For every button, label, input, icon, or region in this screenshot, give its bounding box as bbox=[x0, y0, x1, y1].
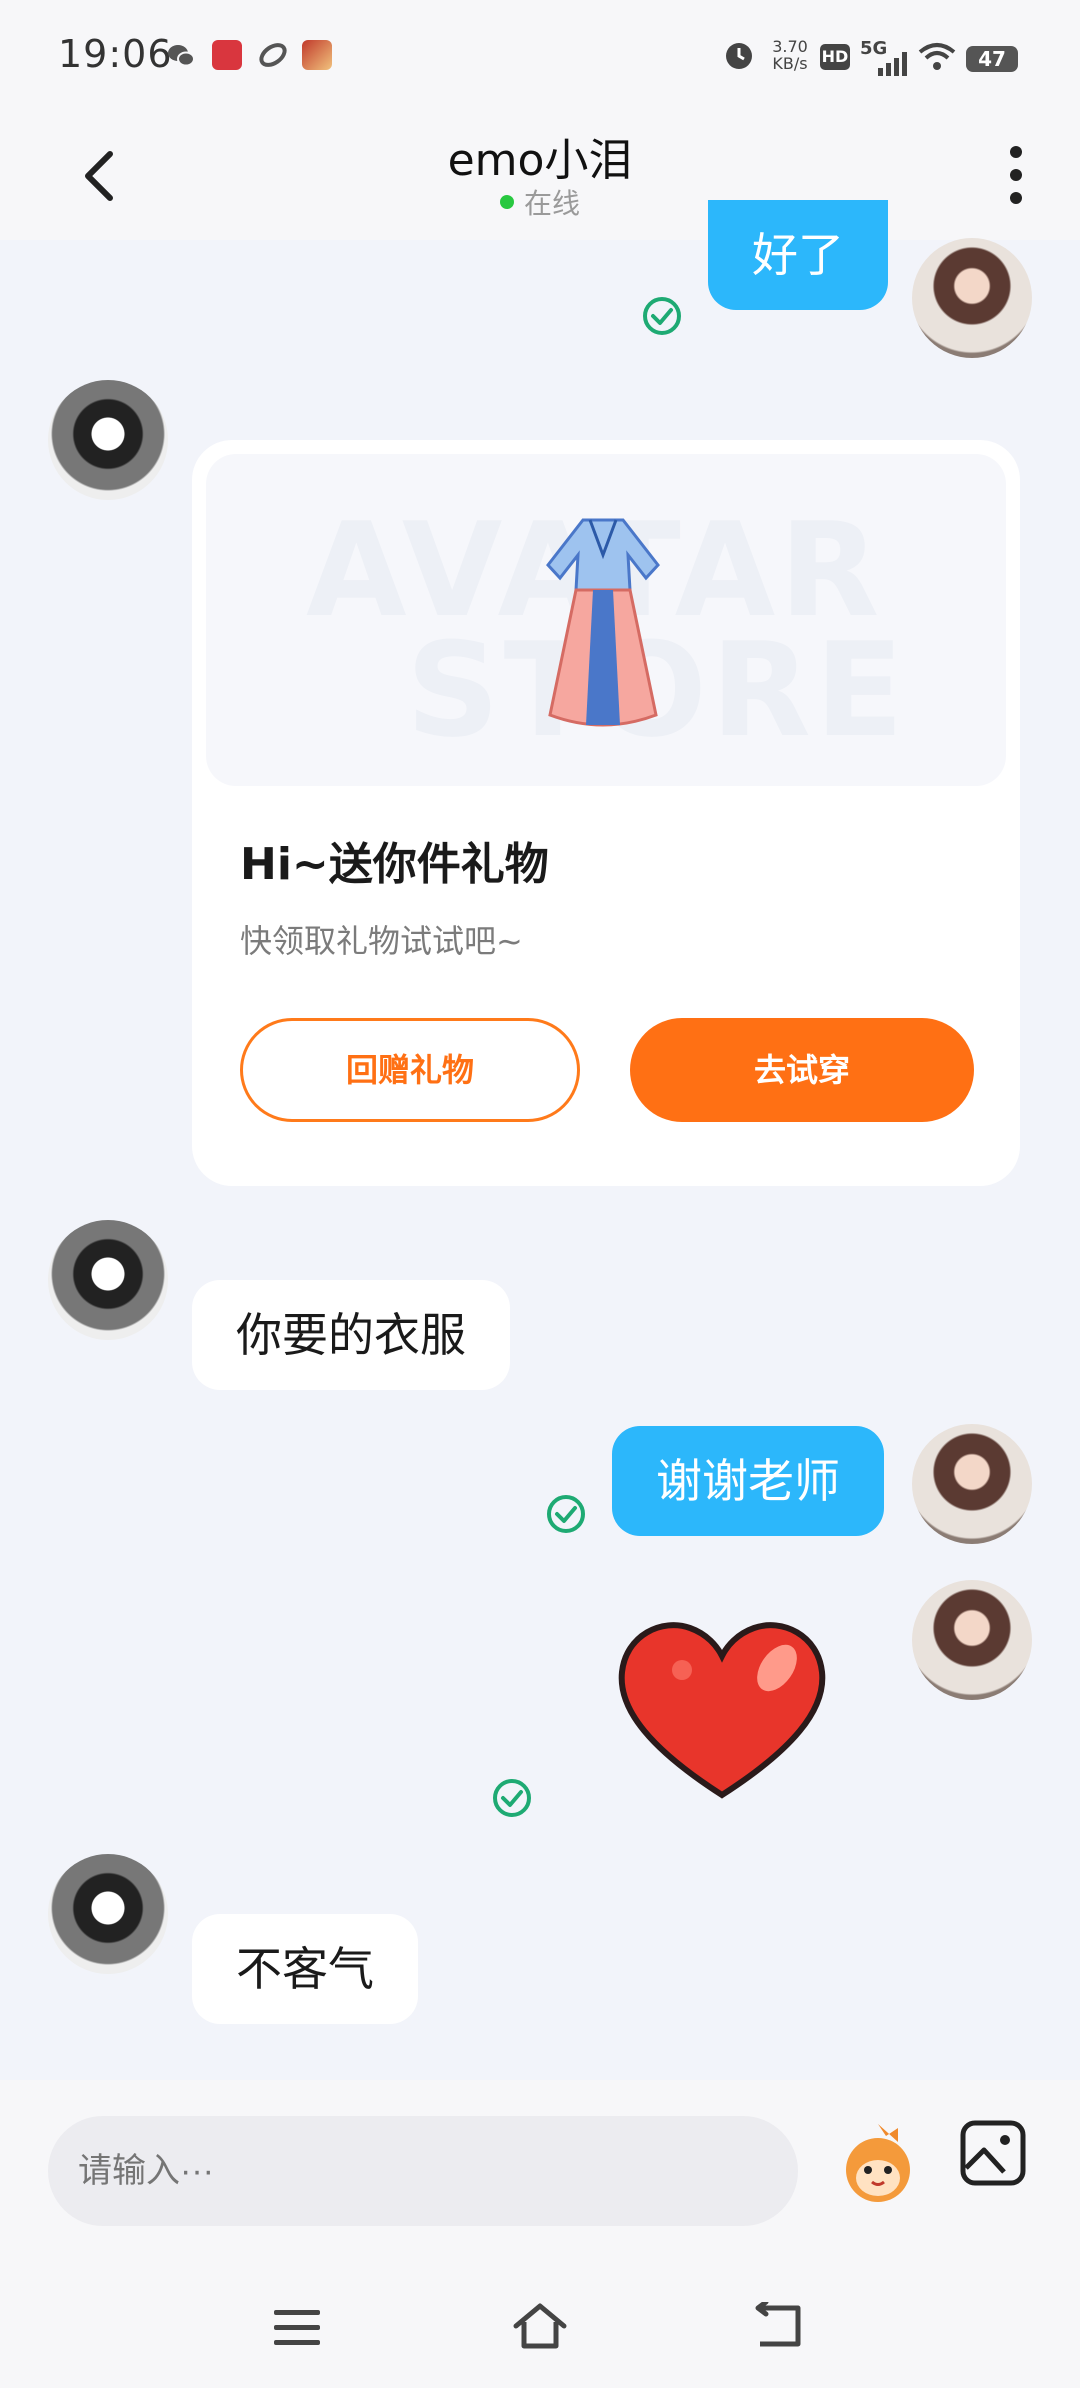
status-bar: 19:06 3.70 KB/s HD 5G 47 bbox=[0, 0, 1080, 110]
try-on-button[interactable]: 去试穿 bbox=[630, 1018, 974, 1122]
contact-name: emo小泪 bbox=[447, 135, 633, 186]
read-check-icon bbox=[546, 1494, 586, 1534]
gift-banner: AVATAR STORE bbox=[206, 454, 1006, 786]
more-vertical-icon[interactable] bbox=[996, 140, 1036, 210]
my-avatar[interactable] bbox=[912, 238, 1032, 358]
my-avatar[interactable] bbox=[912, 1580, 1032, 1700]
wechat-icon bbox=[166, 40, 196, 70]
presence-status: 在线 bbox=[0, 182, 1080, 222]
system-nav-bar bbox=[0, 2270, 1080, 2388]
incoming-message[interactable]: 不客气 bbox=[192, 1914, 418, 2024]
gift-title: Hi~送你件礼物 bbox=[240, 839, 549, 890]
incoming-message[interactable]: 你要的衣服 bbox=[192, 1280, 510, 1390]
app-notification-icon bbox=[212, 40, 242, 70]
wifi-icon bbox=[918, 42, 956, 76]
image-picker-icon[interactable] bbox=[958, 2118, 1028, 2188]
read-check-icon bbox=[492, 1778, 532, 1818]
read-check-icon bbox=[642, 296, 682, 336]
composer-bar bbox=[0, 2080, 1080, 2270]
mascot-emoji-icon[interactable] bbox=[832, 2116, 924, 2208]
contact-avatar[interactable] bbox=[48, 1854, 168, 1974]
online-dot bbox=[499, 195, 514, 209]
menu-icon[interactable] bbox=[272, 2306, 324, 2354]
home-icon[interactable] bbox=[510, 2300, 570, 2356]
outgoing-message[interactable]: 谢谢老师 bbox=[612, 1426, 884, 1536]
contact-avatar[interactable] bbox=[48, 380, 168, 500]
signal-icon bbox=[878, 52, 908, 80]
battery-indicator: 47 bbox=[966, 46, 1018, 72]
gift-card[interactable]: AVATAR STORE Hi~送你件礼物 快领取礼物试试吧~ 回赠礼物 去试穿 bbox=[192, 440, 1020, 1186]
dress-gift-image bbox=[538, 510, 668, 744]
net-speed: 3.70 KB/s bbox=[772, 37, 808, 73]
chat-area[interactable]: 好了 AVATAR STORE Hi~送你件礼物 快领取礼物试试吧~ 回赠礼物 … bbox=[0, 200, 1080, 2080]
my-avatar[interactable] bbox=[912, 1424, 1032, 1544]
chat-header: emo小泪 在线 bbox=[0, 110, 1080, 240]
nav-back-icon[interactable] bbox=[752, 2299, 804, 2354]
heart-sticker[interactable] bbox=[612, 1610, 832, 1814]
app-notification-icon bbox=[258, 40, 288, 70]
message-input[interactable] bbox=[48, 2116, 798, 2226]
game-notification-icon bbox=[302, 40, 332, 70]
alarm-icon bbox=[722, 38, 756, 76]
outgoing-message[interactable]: 好了 bbox=[708, 200, 888, 310]
status-time: 19:06 bbox=[58, 32, 173, 76]
gift-subtitle: 快领取礼物试试吧~ bbox=[240, 922, 523, 960]
hd-badge: HD bbox=[820, 44, 850, 70]
contact-avatar[interactable] bbox=[48, 1220, 168, 1340]
return-gift-button[interactable]: 回赠礼物 bbox=[240, 1018, 580, 1122]
